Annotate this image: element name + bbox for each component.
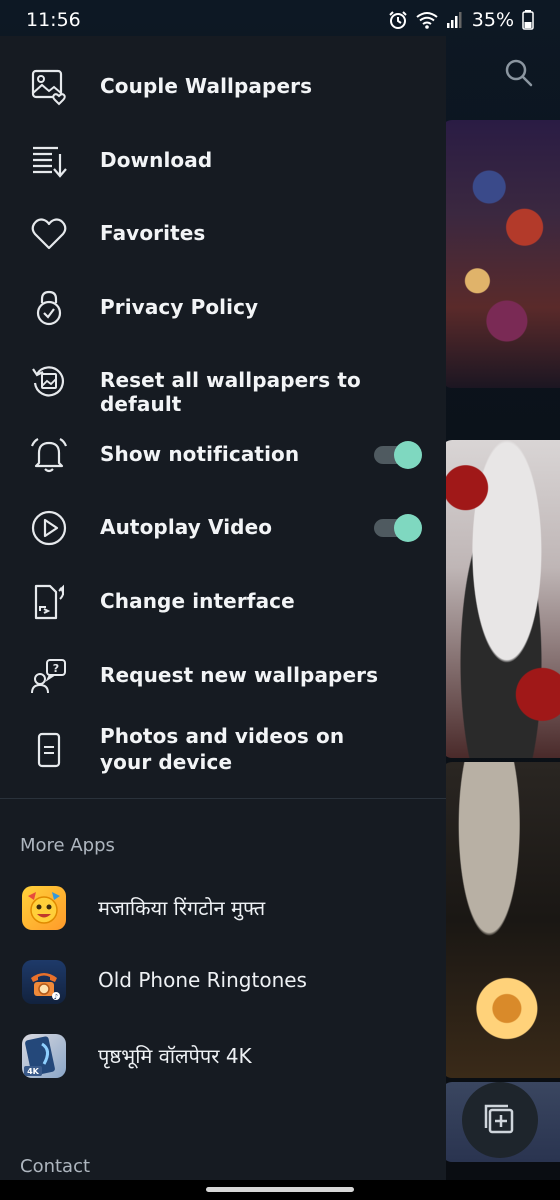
menu-item-download[interactable]: Download [0,134,446,188]
wallpaper-4k-app-icon: 4K [22,1034,66,1078]
request-icon: ? [30,657,68,695]
menu-item-label: Privacy Policy [100,295,259,319]
navigation-drawer: Couple Wallpapers Download Favorites Pri… [0,36,446,1180]
alarm-icon [389,11,407,29]
system-navigation-bar [0,1180,560,1200]
bell-icon [30,436,68,474]
svg-text:♪: ♪ [54,993,58,1001]
menu-item-favorites[interactable]: Favorites [0,207,446,261]
couple-wallpapers-icon [30,68,68,106]
menu-item-change-interface[interactable]: Change interface [0,575,446,629]
svg-text:?: ? [53,662,59,675]
more-app-label: मजाकिया रिंगटोन मुफ्त [98,896,266,920]
more-app-label: Old Phone Ringtones [98,968,307,992]
menu-item-label: Favorites [100,221,206,245]
contact-title: Contact [20,1156,91,1177]
funny-ringtone-app-icon [22,886,66,930]
wallpaper-thumbnail[interactable] [442,762,560,1078]
menu-item-couple-wallpapers[interactable]: Couple Wallpapers [0,60,446,114]
menu-item-label: Download [100,148,213,172]
wallpaper-thumbnail[interactable] [442,440,560,758]
more-apps-title: More Apps [20,835,115,856]
menu-item-reset-wallpapers[interactable]: Reset all wallpapers to default [0,354,446,416]
device-icon [30,731,68,769]
menu-item-label: Couple Wallpapers [100,74,313,98]
download-icon [30,142,68,180]
wallpaper-thumbnail[interactable] [442,120,560,388]
svg-text:4K: 4K [27,1067,40,1076]
menu-item-device-media[interactable]: Photos and videos on your device [0,718,446,782]
more-app-item[interactable]: मजाकिया रिंगटोन मुफ्त [0,878,446,938]
menu-item-autoplay-video[interactable]: Autoplay Video [0,501,446,555]
menu-item-label: Change interface [100,589,295,613]
signal-icon [446,12,462,28]
menu-item-label: Reset all wallpapers to default [100,368,361,416]
menu-item-label: Photos and videos on your device [100,724,345,774]
menu-item-request-wallpapers[interactable]: ? Request new wallpapers [0,649,446,703]
menu-item-label: Request new wallpapers [100,663,379,687]
menu-item-label: Autoplay Video [100,515,273,539]
battery-percentage: 35% [471,9,514,31]
wifi-icon [416,12,438,29]
play-icon [30,509,68,547]
status-bar: 11:56 35% [0,0,560,40]
menu-item-label: Show notification [100,442,300,466]
change-interface-icon [30,583,68,621]
status-time: 11:56 [26,9,81,31]
notification-toggle[interactable] [374,441,422,469]
lock-icon [30,289,68,327]
reset-icon [30,362,68,400]
battery-icon [522,10,534,30]
drawer-divider [0,798,446,799]
more-app-item[interactable]: 4K पृष्ठभूमि वॉलपेपर 4K [0,1026,446,1086]
more-app-item[interactable]: ♪ Old Phone Ringtones [0,952,446,1012]
add-copy-icon [484,1104,514,1134]
menu-item-show-notification[interactable]: Show notification [0,428,446,482]
heart-icon [30,215,68,253]
more-app-label: पृष्ठभूमि वॉलपेपर 4K [98,1044,252,1068]
old-phone-app-icon: ♪ [22,960,66,1004]
menu-item-privacy-policy[interactable]: Privacy Policy [0,281,446,335]
home-gesture-handle[interactable] [206,1187,354,1192]
autoplay-toggle[interactable] [374,514,422,542]
add-fab-button[interactable] [462,1082,538,1158]
search-icon[interactable] [504,58,534,88]
